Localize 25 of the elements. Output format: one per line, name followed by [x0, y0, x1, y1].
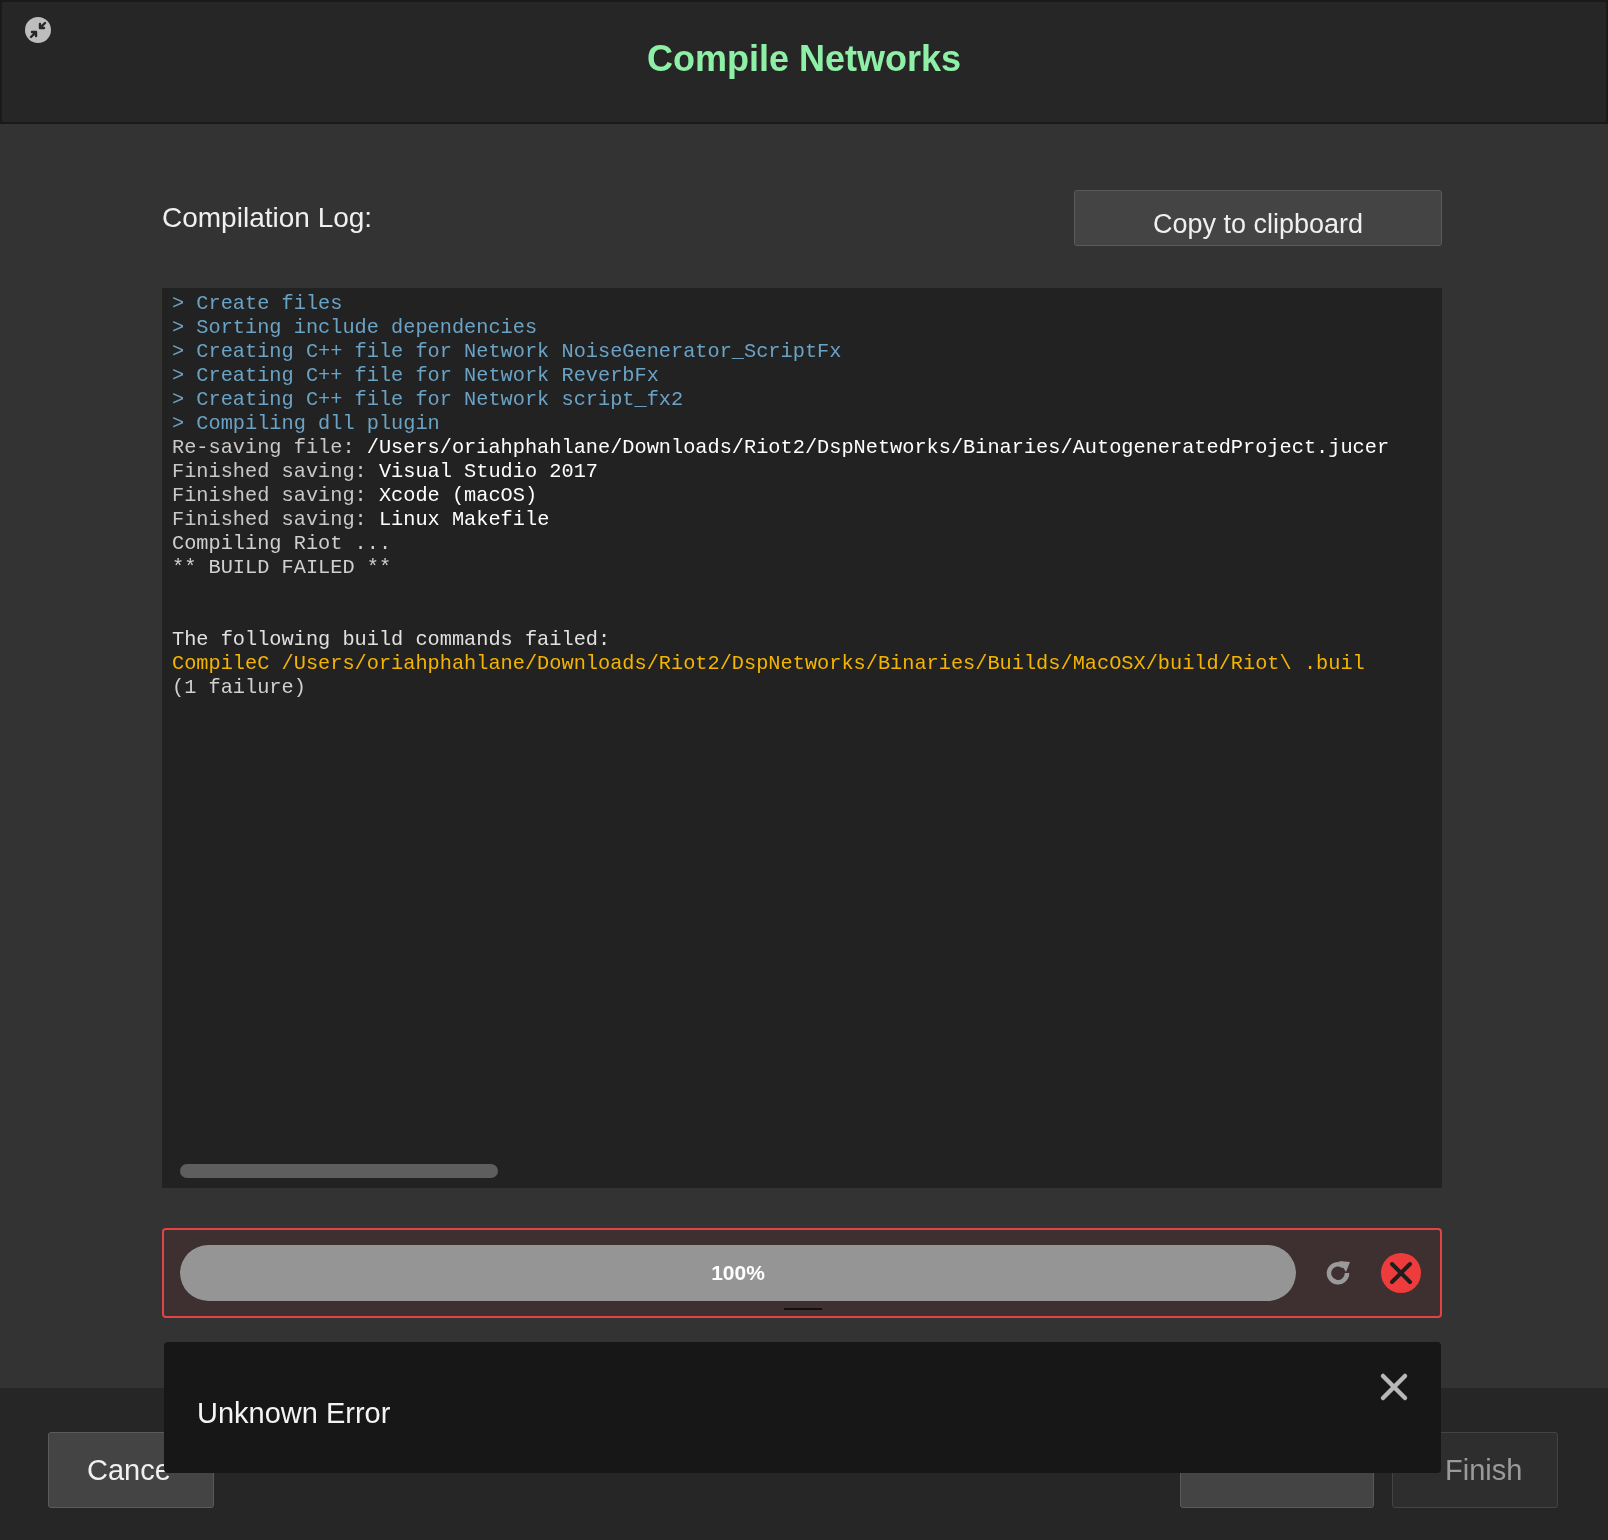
- window-title: Compile Networks: [646, 38, 962, 80]
- log-line: CompileC /Users/oriahphahlane/Downloads/Riot2/DspNetworks/Binaries/Builds/MacOSX/build/Riot\ .buil: [172, 652, 1365, 676]
- log-line: > Create files: [172, 292, 343, 316]
- log-line: Re-saving file: /Users/oriahphahlane/Downloads/Riot2/DspNetworks/Binaries/AutogeneratedProject.jucer: [172, 436, 1390, 460]
- progress-text: 100%: [711, 1261, 765, 1285]
- error-icon: [1380, 1252, 1422, 1294]
- resize-handle[interactable]: [784, 1308, 822, 1310]
- log-line: > Sorting include dependencies: [172, 316, 538, 340]
- log-line: > Creating C++ file for Network script_fx2: [172, 388, 684, 412]
- copy-button[interactable]: Copy to clipboard: [1074, 190, 1442, 246]
- scrollbar[interactable]: [180, 1164, 498, 1178]
- log-line: Finished saving: Visual Studio 2017: [172, 460, 598, 484]
- log-line: ** BUILD FAILED **: [172, 556, 392, 580]
- log-label: Compilation Log:: [162, 202, 373, 234]
- collapse-icon[interactable]: [24, 16, 52, 44]
- log-line: (1 failure): [172, 676, 306, 700]
- log-line: The following build commands failed:: [172, 628, 611, 652]
- log-line: Finished saving: Linux Makefile: [172, 508, 550, 532]
- toast-message: Unknown Error: [197, 1397, 391, 1430]
- log-line: > Creating C++ file for Network NoiseGenerator_ScriptFx: [172, 340, 842, 364]
- log-line: > Creating C++ file for Network ReverbFx: [172, 364, 659, 388]
- log-line: > Compiling dll plugin: [172, 412, 440, 436]
- log-line: Finished saving: Xcode (macOS): [172, 484, 538, 508]
- close-icon[interactable]: [1379, 1371, 1409, 1402]
- log-line: Compiling Riot ...: [172, 532, 392, 556]
